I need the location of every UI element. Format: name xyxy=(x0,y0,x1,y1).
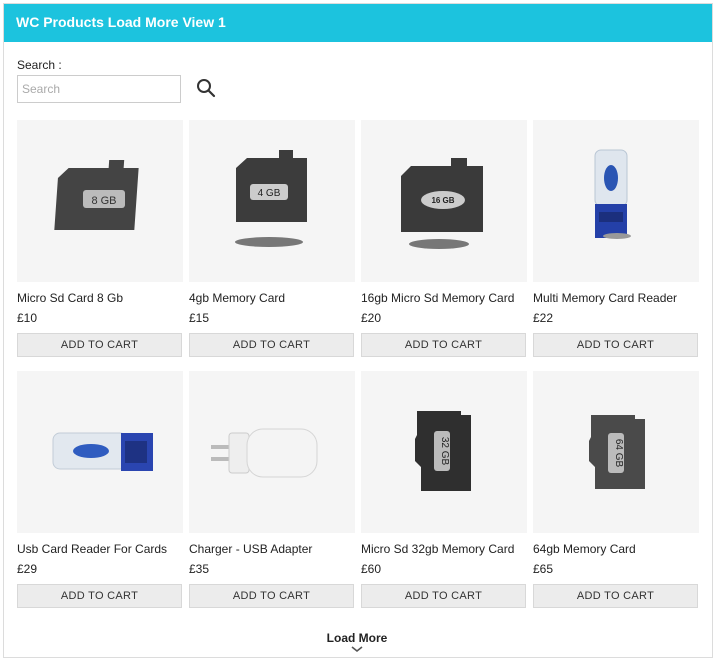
product-price: £60 xyxy=(361,562,382,576)
product-image[interactable]: 32 GB xyxy=(361,371,527,533)
sd-card-icon: 4 GB xyxy=(235,150,307,247)
product-card: 64 GB 64gb Memory Card £65 ADD TO CART xyxy=(533,371,699,609)
chevron-down-icon xyxy=(351,646,363,653)
sd-card-icon: 64 GB xyxy=(589,415,645,489)
product-name[interactable]: Multi Memory Card Reader xyxy=(533,291,677,305)
product-name[interactable]: 64gb Memory Card xyxy=(533,542,636,556)
product-card: Usb Card Reader For Cards £29 ADD TO CAR… xyxy=(17,371,183,609)
product-image[interactable]: 64 GB xyxy=(533,371,699,533)
widget-header: WC Products Load More View 1 xyxy=(4,4,712,42)
product-image[interactable] xyxy=(17,371,183,533)
load-more-label: Load More xyxy=(326,631,388,645)
product-card: 32 GB Micro Sd 32gb Memory Card £60 ADD … xyxy=(361,371,527,609)
product-card: Charger - USB Adapter £35 ADD TO CART xyxy=(189,371,355,609)
add-to-cart-button[interactable]: ADD TO CART xyxy=(189,333,354,357)
charger-icon xyxy=(211,428,318,478)
product-name[interactable]: Usb Card Reader For Cards xyxy=(17,542,167,556)
add-to-cart-button[interactable]: ADD TO CART xyxy=(361,584,526,608)
add-to-cart-button[interactable]: ADD TO CART xyxy=(533,333,698,357)
product-name[interactable]: 16gb Micro Sd Memory Card xyxy=(361,291,514,305)
sd-card-label: 64 GB xyxy=(613,439,624,468)
product-image[interactable]: 16 GB xyxy=(361,120,527,282)
card-reader-icon xyxy=(594,149,631,239)
product-price: £15 xyxy=(189,311,210,325)
sd-card-label: 16 GB xyxy=(431,196,454,205)
product-image[interactable]: 8 GB xyxy=(17,120,183,282)
widget-title: WC Products Load More View 1 xyxy=(16,14,226,30)
product-card: Multi Memory Card Reader £22 ADD TO CART xyxy=(533,120,699,358)
load-more-button[interactable]: Load More xyxy=(304,629,410,657)
product-image[interactable] xyxy=(533,120,699,282)
add-to-cart-button[interactable]: ADD TO CART xyxy=(189,584,354,608)
product-name[interactable]: 4gb Memory Card xyxy=(189,291,285,305)
add-to-cart-button[interactable]: ADD TO CART xyxy=(17,333,182,357)
product-name[interactable]: Micro Sd 32gb Memory Card xyxy=(361,542,514,556)
product-price: £29 xyxy=(17,562,38,576)
products-widget: WC Products Load More View 1 Search : 8 … xyxy=(3,3,713,658)
sd-card-label: 32 GB xyxy=(439,437,450,466)
product-price: £65 xyxy=(533,562,554,576)
sd-card-label: 8 GB xyxy=(91,195,116,207)
sd-card-icon: 16 GB xyxy=(401,158,483,249)
add-to-cart-button[interactable]: ADD TO CART xyxy=(361,333,526,357)
product-card: 4 GB 4gb Memory Card £15 ADD TO CART xyxy=(189,120,355,358)
sd-card-label: 4 GB xyxy=(258,188,281,199)
product-price: £20 xyxy=(361,311,382,325)
usb-reader-icon xyxy=(52,432,153,471)
product-card: 16 GB 16gb Micro Sd Memory Card £20 ADD … xyxy=(361,120,527,358)
add-to-cart-button[interactable]: ADD TO CART xyxy=(533,584,698,608)
sd-card-icon: 8 GB xyxy=(54,160,139,230)
product-price: £22 xyxy=(533,311,554,325)
search-icon[interactable] xyxy=(196,78,216,100)
product-price: £10 xyxy=(17,311,38,325)
sd-card-icon: 32 GB xyxy=(415,411,471,491)
add-to-cart-button[interactable]: ADD TO CART xyxy=(17,584,182,608)
product-name[interactable]: Charger - USB Adapter xyxy=(189,542,312,556)
search-label: Search : xyxy=(17,58,62,72)
product-image[interactable]: 4 GB xyxy=(189,120,355,282)
product-card: 8 GB Micro Sd Card 8 Gb £10 ADD TO CART xyxy=(17,120,183,358)
search-input[interactable] xyxy=(17,75,181,103)
product-image[interactable] xyxy=(189,371,355,533)
product-name[interactable]: Micro Sd Card 8 Gb xyxy=(17,291,123,305)
product-price: £35 xyxy=(189,562,210,576)
